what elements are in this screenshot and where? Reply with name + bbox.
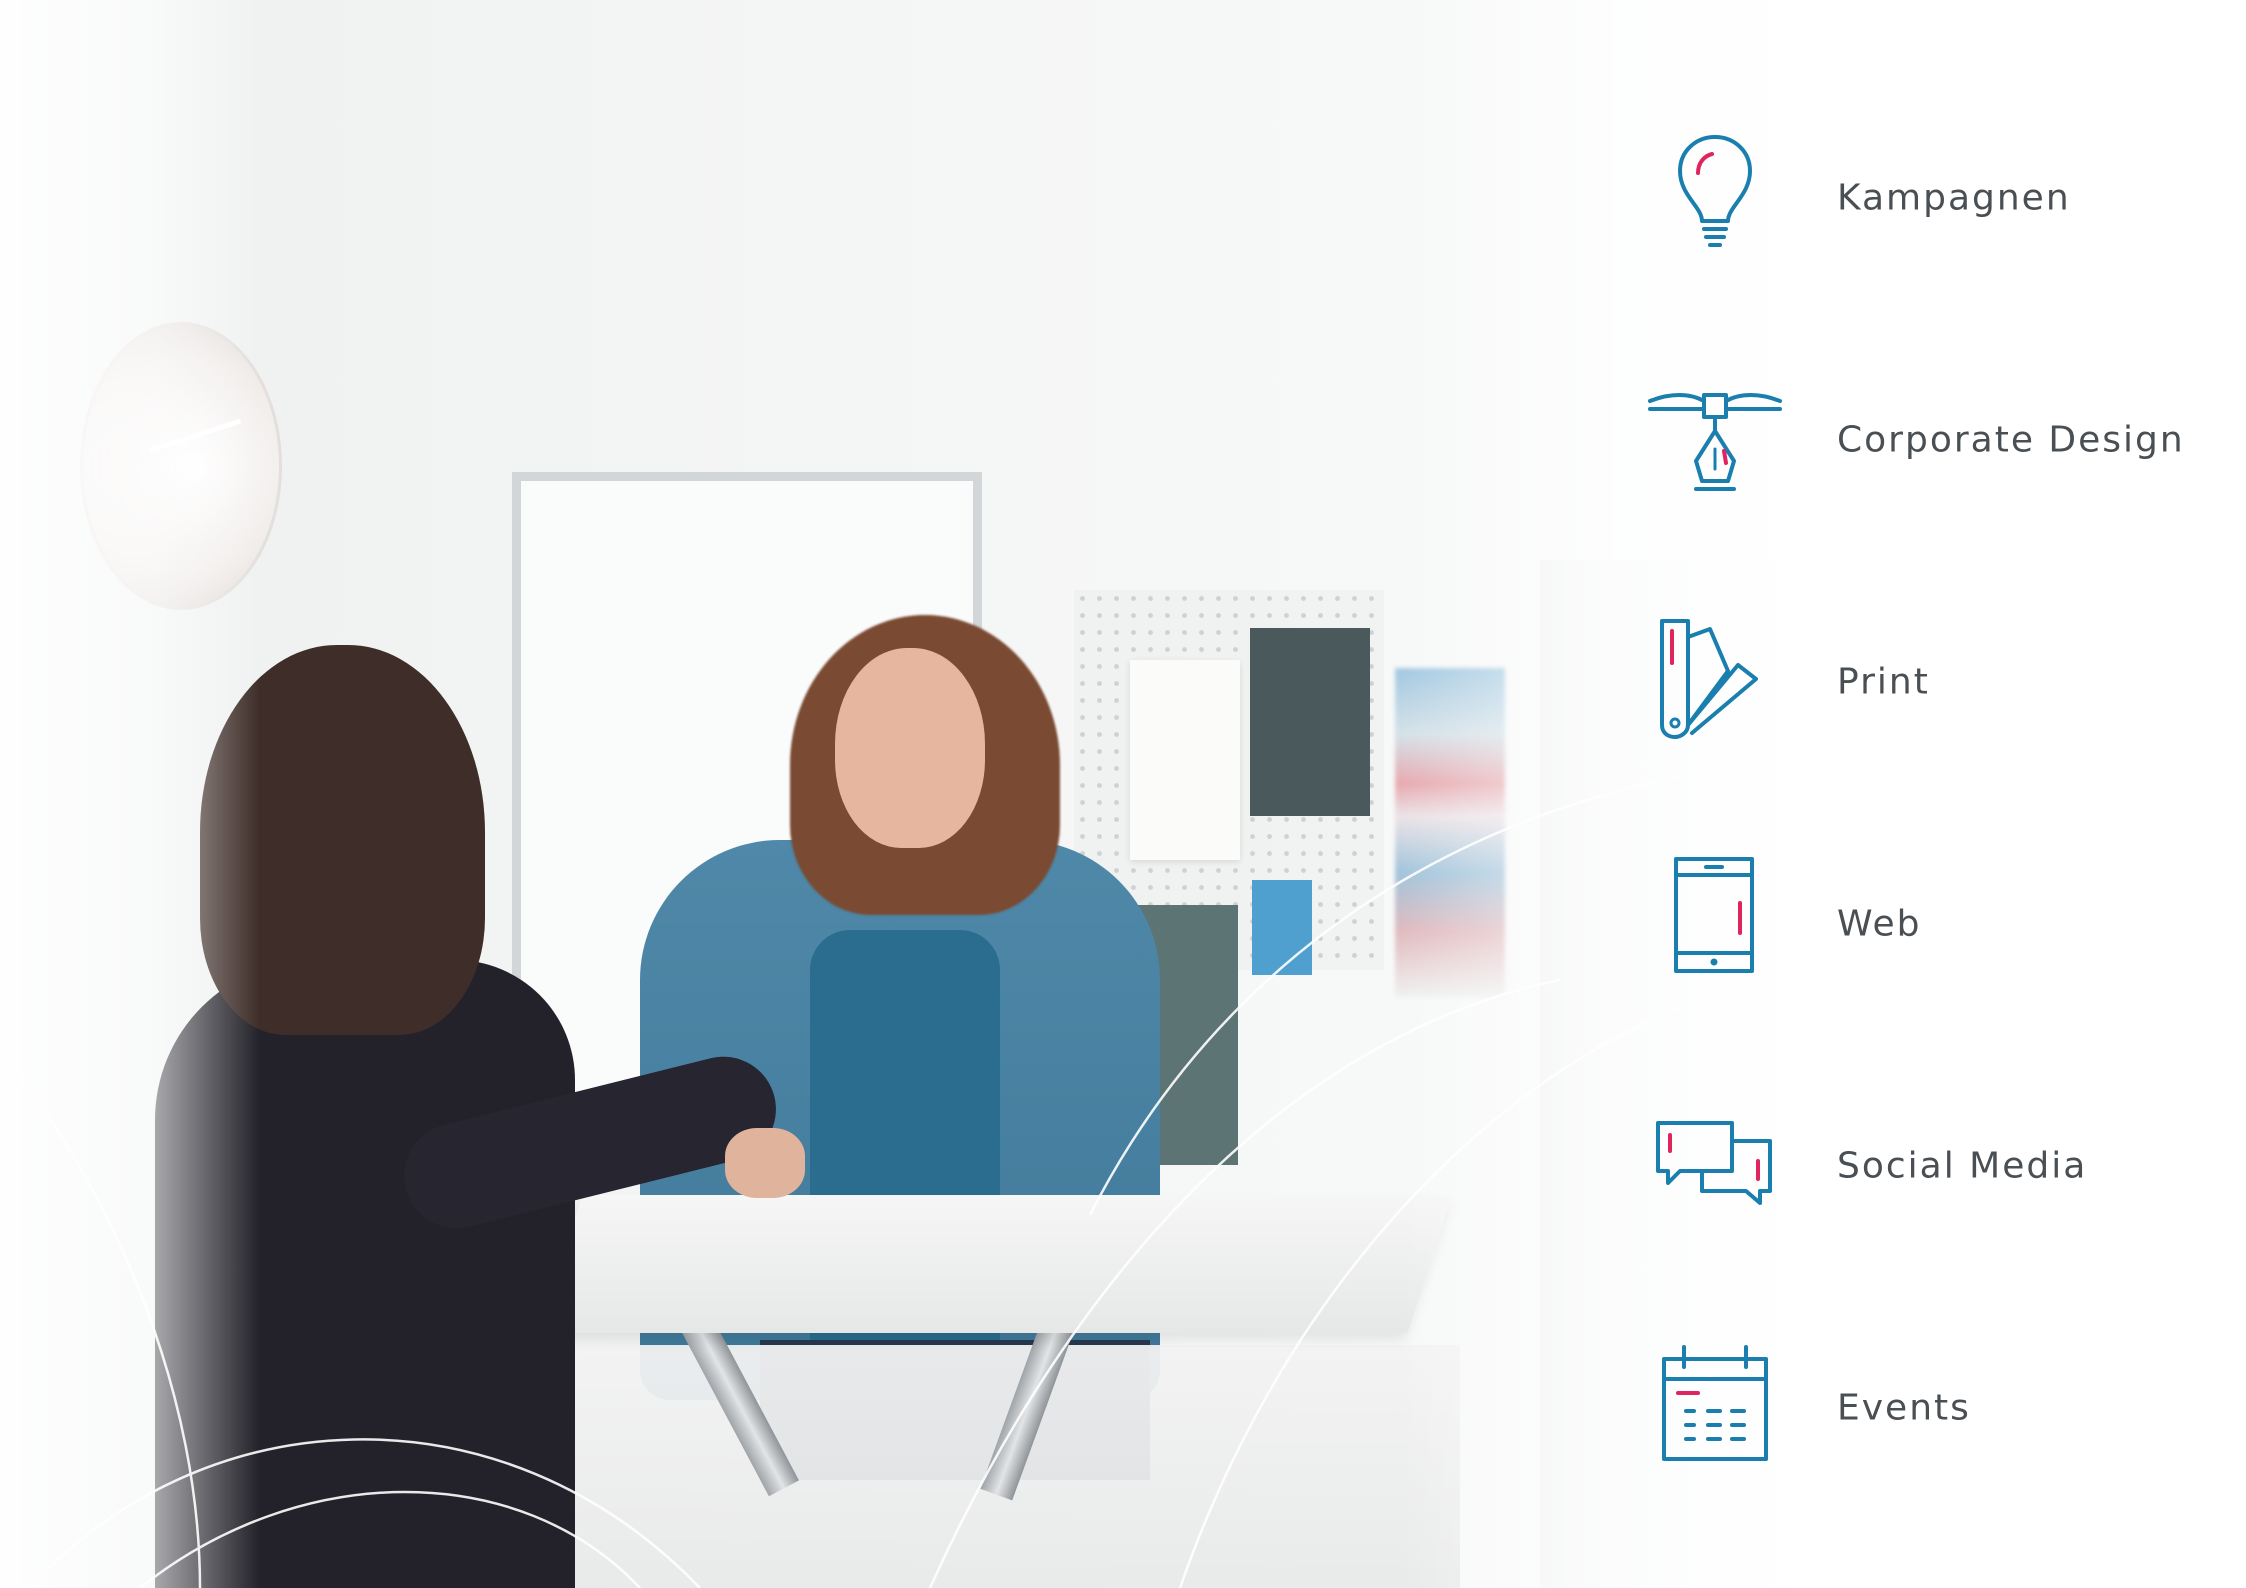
service-item-kampagnen[interactable]: Kampagnen bbox=[1620, 118, 2220, 278]
services-list: Kampagnen Corporate Design Print Web Soc… bbox=[1620, 0, 2220, 1588]
service-label: Web bbox=[1837, 903, 1922, 945]
chat-bubbles-icon bbox=[1640, 1091, 1790, 1241]
pinned-paper bbox=[1130, 660, 1240, 860]
color-swatch-icon bbox=[1640, 607, 1790, 757]
seated-woman-hand bbox=[725, 1128, 805, 1198]
counter bbox=[500, 1345, 1460, 1588]
service-item-web[interactable]: Web bbox=[1620, 844, 2220, 1004]
service-item-events[interactable]: Events bbox=[1620, 1328, 2220, 1488]
pinned-note-blue bbox=[1252, 880, 1312, 975]
left-fade-overlay bbox=[0, 0, 260, 1588]
service-item-social-media[interactable]: Social Media bbox=[1620, 1086, 2220, 1246]
service-label: Events bbox=[1837, 1387, 1971, 1429]
standing-table bbox=[537, 1195, 1453, 1333]
calendar-icon bbox=[1640, 1333, 1790, 1483]
pen-nib-icon bbox=[1640, 365, 1790, 515]
service-label: Social Media bbox=[1837, 1145, 2088, 1187]
service-label: Corporate Design bbox=[1837, 419, 2185, 461]
service-item-print[interactable]: Print bbox=[1620, 602, 2220, 762]
pinned-poster-dark bbox=[1250, 628, 1370, 816]
standing-woman-face bbox=[835, 648, 985, 848]
smartphone-icon bbox=[1640, 849, 1790, 999]
lightbulb-icon bbox=[1640, 123, 1790, 273]
service-label: Print bbox=[1837, 661, 1930, 703]
service-label: Kampagnen bbox=[1837, 177, 2071, 219]
service-item-corporate-design[interactable]: Corporate Design bbox=[1620, 360, 2220, 520]
